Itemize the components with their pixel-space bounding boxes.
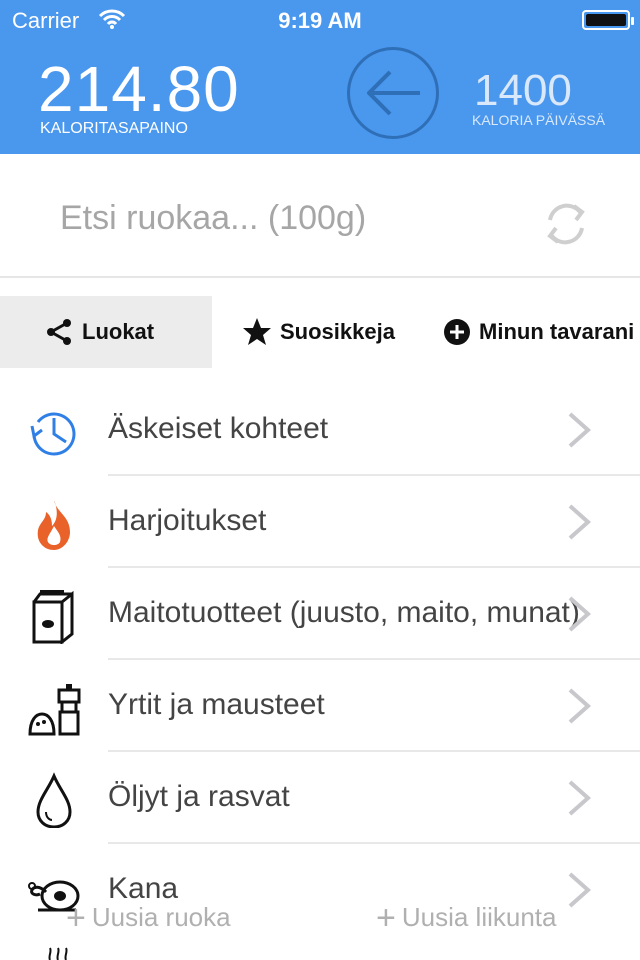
list-item-spices[interactable]: Yrtit ja mausteet [0, 660, 640, 752]
new-food-button[interactable]: + Uusia ruoka [66, 896, 231, 937]
chevron-right-icon [568, 596, 592, 632]
list-item-label: Äskeiset kohteet [108, 412, 329, 445]
back-button[interactable] [347, 47, 439, 139]
plus-icon: + [376, 899, 396, 937]
battery-icon [582, 10, 634, 30]
clock: 9:19 AM [278, 8, 362, 33]
footer-actions: + Uusia ruoka + Uusia liikunta [0, 896, 640, 937]
list-item-label: Harjoitukset [108, 504, 267, 537]
new-food-label: Uusia ruoka [91, 902, 231, 932]
search-bar [0, 154, 640, 278]
list-item-exercise[interactable]: Harjoitukset [0, 476, 640, 568]
calorie-balance-label: KALORITASAPAINO [40, 120, 188, 137]
refresh-icon[interactable] [540, 198, 592, 250]
new-exercise-label: Uusia liikunta [401, 902, 557, 932]
tab-my-items[interactable]: Minun tavarani [443, 296, 634, 368]
tab-label: Minun tavarani [479, 319, 635, 344]
category-list: Äskeiset kohteet Harjoitukset Maitotuott… [0, 384, 640, 936]
list-item-label: Maitotuotteet (juusto, maito, munat) [108, 596, 580, 629]
plus-circle-icon [444, 319, 470, 345]
chevron-right-icon [568, 780, 592, 816]
food-search-input[interactable] [60, 196, 500, 240]
chevron-right-icon [568, 412, 592, 448]
list-item-oils[interactable]: Öljyt ja rasvat [0, 752, 640, 844]
oil-drop-icon [36, 772, 72, 828]
milk-carton-icon [32, 590, 74, 644]
star-icon [243, 318, 271, 345]
daily-calories-value: 1400 [474, 66, 572, 115]
plus-icon: + [66, 899, 86, 937]
chevron-right-icon [568, 504, 592, 540]
chevron-right-icon [568, 688, 592, 724]
list-item-dairy[interactable]: Maitotuotteet (juusto, maito, munat) [0, 568, 640, 660]
arrow-left-icon [367, 70, 420, 116]
category-tabs: Luokat Suosikkeja Minun tavarani [0, 296, 640, 368]
list-item-recent[interactable]: Äskeiset kohteet [0, 384, 640, 476]
tab-label: Luokat [82, 319, 155, 344]
list-item-label: Yrtit ja mausteet [108, 688, 325, 721]
tab-label: Suosikkeja [280, 319, 395, 344]
history-clock-icon [30, 412, 76, 456]
share-icon [47, 319, 71, 345]
daily-calories-label: KALORIA PÄIVÄSSÄ [472, 112, 606, 128]
flame-icon [37, 500, 70, 550]
new-exercise-button[interactable]: + Uusia liikunta [376, 896, 557, 937]
tab-favorites[interactable]: Suosikkeja [242, 296, 395, 368]
spices-icon [28, 684, 81, 736]
tab-categories[interactable]: Luokat [0, 296, 212, 368]
calorie-balance-value: 214.80 [38, 53, 240, 125]
header-bar: Carrier 9:19 AM 214.80 KALORITASAPAINO 1… [0, 0, 640, 154]
steam-icon [48, 947, 68, 960]
status-bar: Carrier 9:19 AM [0, 0, 640, 40]
list-item-label: Öljyt ja rasvat [108, 780, 290, 813]
